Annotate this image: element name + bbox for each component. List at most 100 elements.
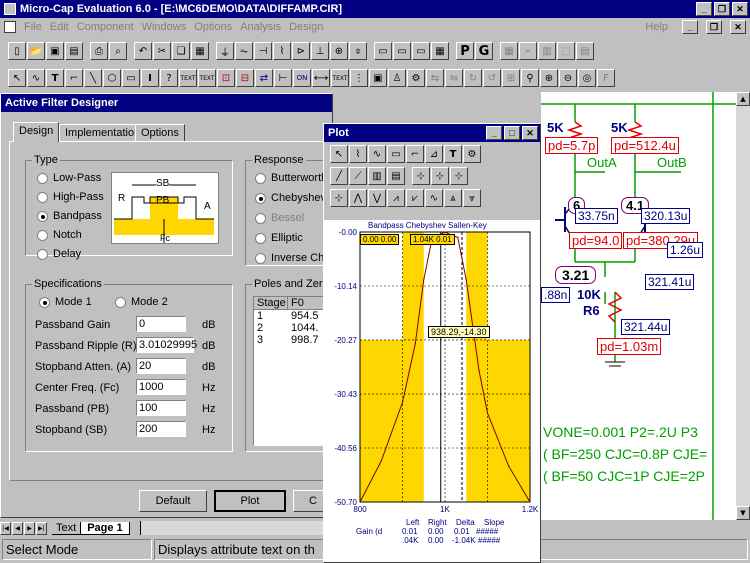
highpass-radio[interactable] (37, 191, 48, 203)
menu-windows[interactable]: Windows (142, 21, 187, 33)
type-highpass[interactable]: High-Pass (37, 191, 104, 203)
ortho-wire-icon[interactable]: ⌐ (65, 69, 83, 87)
calc-icon[interactable]: ▦ (431, 42, 449, 60)
plot-area[interactable]: Bandpass Chebyshev Sallen-Key -0.00 -10.1… (324, 220, 540, 562)
mode1-option[interactable]: Mode 1 (39, 296, 92, 308)
tab-text[interactable]: Text (52, 522, 81, 535)
type-bandpass[interactable]: Bandpass (37, 210, 102, 222)
resistor-label-2[interactable]: 5K (611, 120, 628, 135)
close-button[interactable]: ✕ (732, 2, 748, 16)
passband-ripple-input[interactable]: 3.01029995 (136, 337, 197, 353)
model-text-2[interactable]: ( BF=250 CJC=0.8P CJE= (543, 446, 707, 462)
tab-options[interactable]: Options (135, 124, 185, 142)
butterworth-radio[interactable] (255, 172, 266, 184)
window3-icon[interactable]: ▭ (412, 42, 430, 60)
swap-icon[interactable]: ⇄ (255, 69, 273, 87)
poles-row[interactable]: 1 954.5 (254, 310, 332, 322)
preview-icon[interactable]: ⌕ (109, 42, 127, 60)
zoom-in-icon[interactable]: ⊕ (540, 69, 558, 87)
plot-high-icon[interactable]: ⩘ (387, 189, 405, 207)
plot-scale-icon[interactable]: ⌇ (349, 145, 367, 163)
default-button[interactable]: Default (139, 490, 207, 512)
restore-button[interactable]: ❐ (714, 2, 730, 16)
plot-line2-icon[interactable]: ⟋ (349, 167, 367, 185)
pin-icon[interactable]: ⊟ (236, 69, 254, 87)
plot-minimize-button[interactable]: _ (486, 126, 502, 140)
response-inverse-chebyshev[interactable]: Inverse Che (255, 252, 330, 264)
response-bessel[interactable]: Bessel (255, 212, 304, 224)
align-icon[interactable]: ⊞ (502, 69, 520, 87)
voltage-label-4[interactable]: 321.41u (645, 274, 695, 290)
capacitor-icon[interactable]: ⊣ (254, 42, 272, 60)
g-button[interactable]: G (475, 42, 493, 60)
ground-icon[interactable]: ⏚ (216, 42, 234, 60)
dots-icon[interactable]: ⋮ (350, 69, 368, 87)
response-chebyshev[interactable]: Chebyshev (255, 192, 326, 204)
chebyshev-radio[interactable] (255, 192, 266, 204)
bessel-radio[interactable] (255, 212, 266, 224)
node-outa[interactable]: OutA (587, 155, 617, 170)
pd-label-2[interactable]: pd=512.4u (611, 137, 679, 154)
nodes-icon[interactable]: ⊡ (217, 69, 235, 87)
response-butterworth[interactable]: Butterworth (255, 172, 327, 184)
resistor-label-1[interactable]: 5K (547, 120, 564, 135)
diode-icon[interactable]: ⊳ (292, 42, 310, 60)
resistor-icon[interactable]: ⏦ (235, 42, 253, 60)
p-button[interactable]: P (456, 42, 474, 60)
tab-implementation[interactable]: Implementation (59, 124, 147, 142)
arrow-both-icon[interactable]: ⟷ (312, 69, 330, 87)
voltage-label-3[interactable]: 1.26u (667, 242, 704, 258)
save-icon[interactable]: ▣ (46, 42, 64, 60)
f-icon[interactable]: F (597, 69, 615, 87)
plot-box-icon[interactable]: ▭ (387, 145, 405, 163)
text-attr-icon[interactable]: TEXT (179, 69, 197, 87)
notch-radio[interactable] (37, 229, 48, 241)
last-page-icon[interactable]: ▶| (36, 521, 47, 535)
info-icon[interactable]: I (141, 69, 159, 87)
zoom-out-icon[interactable]: ⊖ (559, 69, 577, 87)
rect-icon[interactable]: ▭ (122, 69, 140, 87)
rotate-icon[interactable]: ↻ (464, 69, 482, 87)
next-page-icon[interactable]: ▶ (24, 521, 35, 535)
stopband-sb-input[interactable]: 200 (136, 421, 186, 437)
menu-edit[interactable]: Edit (50, 21, 69, 33)
plot-grid2-icon[interactable]: ▤ (387, 167, 405, 185)
poles-row[interactable]: 3 998.7 (254, 334, 332, 346)
header-f0[interactable]: F0 (288, 297, 304, 309)
bandpass-radio[interactable] (37, 210, 48, 222)
diag-wire-icon[interactable]: ╲ (84, 69, 102, 87)
first-page-icon[interactable]: |◀ (0, 521, 11, 535)
plot-low-icon[interactable]: ⩗ (406, 189, 424, 207)
scale-icon[interactable]: ⌁ (519, 42, 537, 60)
elliptic-radio[interactable] (255, 232, 266, 244)
text-tool-icon[interactable]: T (46, 69, 64, 87)
node-value-3[interactable]: 3.21 (555, 266, 597, 284)
mode2-option[interactable]: Mode 2 (115, 296, 168, 308)
wire-icon[interactable]: ∿ (27, 69, 45, 87)
lowpass-radio[interactable] (37, 172, 48, 184)
menu-design[interactable]: Design (289, 21, 323, 33)
text-attr3-icon[interactable]: TEXT (331, 69, 349, 87)
undo-icon[interactable]: ↶ (134, 42, 152, 60)
open-icon[interactable]: 📂 (27, 42, 45, 60)
isource-icon[interactable]: ⌽ (349, 42, 367, 60)
polygon-icon[interactable]: ⬡ (103, 69, 121, 87)
schematic-vscrollbar[interactable]: ▲ ▼ (736, 92, 750, 520)
zoom-fit-icon[interactable]: ◎ (578, 69, 596, 87)
plot-tag-icon[interactable]: ⌐ (406, 145, 424, 163)
scroll-up-icon[interactable]: ▲ (736, 92, 750, 106)
doc-minimize-button[interactable]: _ (682, 20, 698, 34)
mode1-radio[interactable] (39, 296, 50, 308)
plot-cursor2-icon[interactable]: ⊹ (431, 167, 449, 185)
step-icon[interactable]: ⊢ (274, 69, 292, 87)
plot-valley-icon[interactable]: ⋁ (368, 189, 386, 207)
plot-line-icon[interactable]: ╱ (330, 167, 348, 185)
plot-close-button[interactable]: ✕ (522, 126, 538, 140)
rotate2-icon[interactable]: ↺ (483, 69, 501, 87)
pd-label-3[interactable]: pd=94.0 (569, 232, 623, 249)
cut-icon[interactable]: ✂ (153, 42, 171, 60)
menu-analysis[interactable]: Analysis (240, 21, 281, 33)
plot-global-low-icon[interactable]: ⩔ (463, 189, 481, 207)
plot-cursor-icon[interactable]: ⊹ (412, 167, 430, 185)
resistor-name-r6[interactable]: R6 (583, 303, 600, 318)
